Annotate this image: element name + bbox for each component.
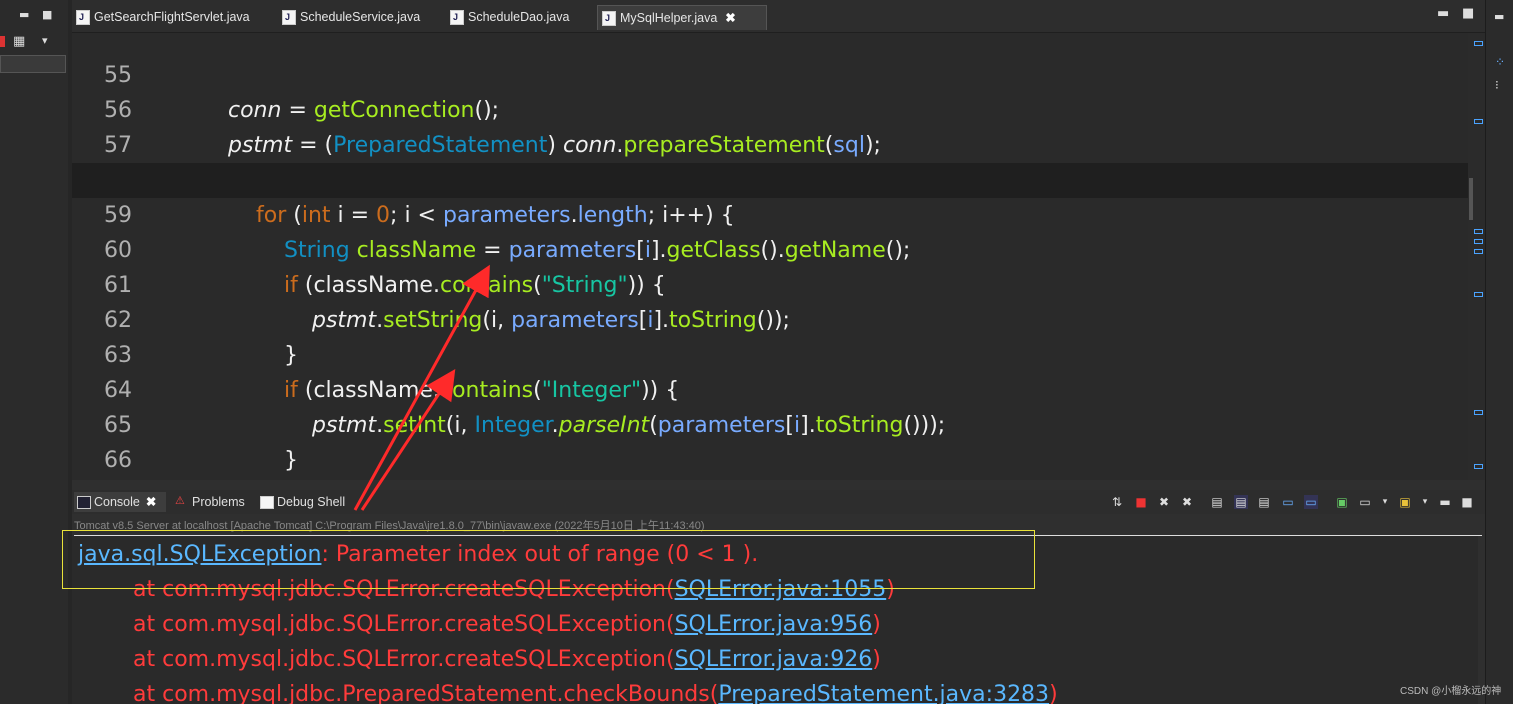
watermark: CSDN @小榴永远的神 <box>1400 686 1502 697</box>
annotation-arrows <box>353 264 490 511</box>
arrow-to-setstring <box>353 264 490 511</box>
arrow-to-setint <box>360 368 456 511</box>
